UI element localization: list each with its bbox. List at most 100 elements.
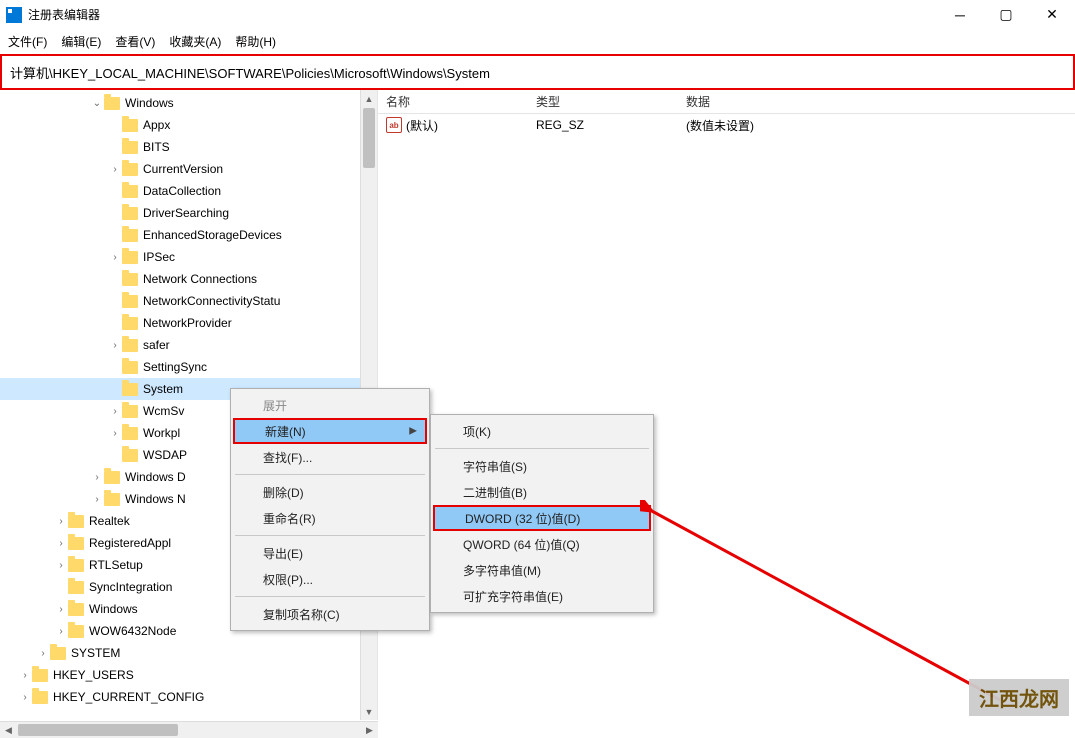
sub-item-6[interactable]: 多字符串值(M) — [433, 557, 651, 583]
ctx-item-1[interactable]: 新建(N)▶ — [233, 418, 427, 444]
value-type: REG_SZ — [528, 118, 678, 132]
tree-item-networkprovider[interactable]: NetworkProvider — [0, 312, 377, 334]
expander-icon[interactable]: › — [18, 692, 32, 703]
tree-label: Windows D — [125, 470, 186, 484]
sub-item-0[interactable]: 项(K) — [433, 418, 651, 444]
addressbar[interactable] — [0, 54, 1075, 90]
expander-icon[interactable]: › — [54, 516, 68, 527]
tree-item-ipsec[interactable]: ›IPSec — [0, 246, 377, 268]
tree-hscrollbar[interactable]: ◀ ▶ — [0, 721, 378, 738]
expander-icon[interactable]: › — [54, 538, 68, 549]
tree-label: RegisteredAppl — [89, 536, 171, 550]
address-input[interactable] — [8, 64, 1073, 81]
tree-label: DataCollection — [143, 184, 221, 198]
expander-icon[interactable]: › — [108, 252, 122, 263]
tree-item-datacollection[interactable]: DataCollection — [0, 180, 377, 202]
list-pane[interactable]: 名称 类型 数据 ab(默认)REG_SZ(数值未设置) — [378, 90, 1075, 720]
sub-item-7[interactable]: 可扩充字符串值(E) — [433, 583, 651, 609]
tree-item-settingsync[interactable]: SettingSync — [0, 356, 377, 378]
tree-item-network-connections[interactable]: Network Connections — [0, 268, 377, 290]
folder-icon — [32, 691, 48, 704]
tree-label: BITS — [143, 140, 170, 154]
expander-icon[interactable]: › — [90, 472, 104, 483]
folder-icon — [32, 669, 48, 682]
scroll-down-button[interactable]: ▼ — [361, 703, 377, 720]
tree-item-enhancedstoragedevices[interactable]: EnhancedStorageDevices — [0, 224, 377, 246]
col-type[interactable]: 类型 — [528, 93, 678, 110]
ctx-item-5[interactable]: 重命名(R) — [233, 505, 427, 531]
menu-file[interactable]: 文件(F) — [8, 33, 47, 50]
tree-item-system[interactable]: › SYSTEM — [0, 642, 377, 664]
expander-icon[interactable]: › — [18, 670, 32, 681]
tree-label: safer — [143, 338, 170, 352]
menu-item-label: 多字符串值(M) — [463, 562, 541, 579]
folder-icon — [122, 295, 138, 308]
menu-help[interactable]: 帮助(H) — [235, 33, 276, 50]
expander-icon[interactable]: › — [108, 406, 122, 417]
tree-label: Appx — [143, 118, 170, 132]
menu-item-label: 删除(D) — [263, 484, 304, 501]
hscroll-thumb[interactable] — [18, 724, 178, 736]
sub-item-3[interactable]: 二进制值(B) — [433, 479, 651, 505]
ctx-item-2[interactable]: 查找(F)... — [233, 444, 427, 470]
sub-item-5[interactable]: QWORD (64 位)值(Q) — [433, 531, 651, 557]
expander-icon[interactable]: › — [108, 428, 122, 439]
tree-label: CurrentVersion — [143, 162, 223, 176]
list-row[interactable]: ab(默认)REG_SZ(数值未设置) — [378, 114, 1075, 136]
maximize-button[interactable]: ▢ — [983, 0, 1029, 30]
expander-icon[interactable]: › — [108, 164, 122, 175]
folder-icon — [122, 251, 138, 264]
tree-label: NetworkConnectivityStatu — [143, 294, 280, 308]
hscroll-left-button[interactable]: ◀ — [0, 722, 17, 738]
ctx-item-10[interactable]: 复制项名称(C) — [233, 601, 427, 627]
scroll-up-button[interactable]: ▲ — [361, 90, 377, 107]
tree-item-hkey-current-config[interactable]: ›HKEY_CURRENT_CONFIG — [0, 686, 377, 708]
ctx-item-4[interactable]: 删除(D) — [233, 479, 427, 505]
menu-favorites[interactable]: 收藏夹(A) — [169, 33, 221, 50]
tree-item-bits[interactable]: BITS — [0, 136, 377, 158]
context-menu[interactable]: 展开新建(N)▶查找(F)...删除(D)重命名(R)导出(E)权限(P)...… — [230, 388, 430, 631]
tree-item-windows[interactable]: ⌄Windows — [0, 92, 377, 114]
tree-item-safer[interactable]: › safer — [0, 334, 377, 356]
menu-item-label: 查找(F)... — [263, 449, 312, 466]
tree-item-appx[interactable]: Appx — [0, 114, 377, 136]
tree-label: Windows N — [125, 492, 186, 506]
ctx-item-8[interactable]: 权限(P)... — [233, 566, 427, 592]
tree-item-hkey-users[interactable]: ›HKEY_USERS — [0, 664, 377, 686]
expander-icon[interactable]: › — [36, 648, 50, 659]
tree-item-driversearching[interactable]: DriverSearching — [0, 202, 377, 224]
context-submenu-new[interactable]: 项(K) 字符串值(S)二进制值(B)DWORD (32 位)值(D)QWORD … — [430, 414, 654, 613]
col-name[interactable]: 名称 — [378, 93, 528, 110]
scroll-thumb[interactable] — [363, 108, 375, 168]
tree-item-currentversion[interactable]: › CurrentVersion — [0, 158, 377, 180]
minimize-button[interactable]: ─ — [937, 0, 983, 30]
window-title: 注册表编辑器 — [28, 6, 100, 23]
folder-icon — [68, 515, 84, 528]
sub-item-4[interactable]: DWORD (32 位)值(D) — [433, 505, 651, 531]
main: ⌄WindowsAppxBITS›CurrentVersionDataColle… — [0, 90, 1075, 720]
expander-icon[interactable]: › — [54, 626, 68, 637]
hscroll-right-button[interactable]: ▶ — [361, 722, 378, 738]
tree-label: SettingSync — [143, 360, 207, 374]
folder-icon — [104, 471, 120, 484]
col-data[interactable]: 数据 — [678, 93, 1075, 110]
menu-item-label: 导出(E) — [263, 545, 303, 562]
expander-icon[interactable]: › — [54, 604, 68, 615]
expander-icon[interactable]: › — [90, 494, 104, 505]
tree-label: Windows — [89, 602, 138, 616]
expander-icon[interactable]: ⌄ — [90, 98, 104, 109]
folder-icon — [68, 603, 84, 616]
tree-label: WSDAP — [143, 448, 187, 462]
folder-icon — [122, 317, 138, 330]
sub-item-2[interactable]: 字符串值(S) — [433, 453, 651, 479]
tree-label: SYSTEM — [71, 646, 120, 660]
menu-view[interactable]: 查看(V) — [115, 33, 155, 50]
value-data: (数值未设置) — [678, 117, 1075, 134]
tree-item-networkconnectivitystatu[interactable]: NetworkConnectivityStatu — [0, 290, 377, 312]
tree-label: Network Connections — [143, 272, 257, 286]
expander-icon[interactable]: › — [54, 560, 68, 571]
close-button[interactable]: ✕ — [1029, 0, 1075, 30]
ctx-item-7[interactable]: 导出(E) — [233, 540, 427, 566]
menu-edit[interactable]: 编辑(E) — [61, 33, 101, 50]
expander-icon[interactable]: › — [108, 340, 122, 351]
